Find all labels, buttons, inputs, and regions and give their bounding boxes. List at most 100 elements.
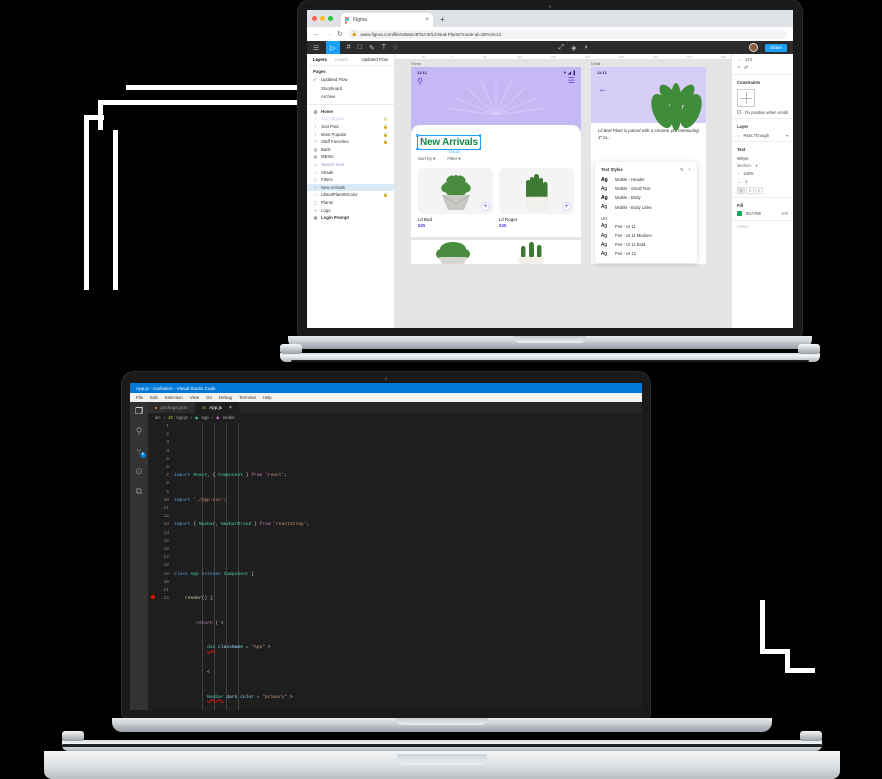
page-selector[interactable]: Updated Flow [361,57,388,62]
menu-file[interactable]: File [136,395,143,400]
letter-spacing-row[interactable]: ↔ 1 [732,177,793,185]
menu-help[interactable]: Help [263,395,272,400]
tab-layers[interactable]: Layers [313,57,327,62]
lock-icon[interactable]: 🔒 [383,132,388,137]
text-style-item[interactable]: Ag Mobile - Body Links [595,203,697,212]
menu-selection[interactable]: Selection [165,395,183,400]
fill-color-swatch[interactable] [737,211,742,217]
address-bar[interactable]: 🔒 www.figma.com/file/x5MuUtPlaY3r/Lil-Bu… [347,29,787,39]
layer-item[interactable]: T Sign all plan 🔒 [307,115,394,123]
layer-item[interactable]: ▢ Plants [307,199,394,207]
align-center-icon[interactable]: ≡ [746,186,754,194]
layer-item[interactable]: ▢ Filters [307,176,394,184]
hamburger-menu-icon[interactable]: ☰ [568,77,575,86]
back-icon[interactable]: ← [313,31,320,38]
add-style-button[interactable]: + [689,167,691,172]
code-line-2[interactable]: import './App.css'; [174,497,642,505]
figma-main-menu-icon[interactable]: ☰ [313,44,319,52]
resize-handle-br[interactable] [478,147,482,151]
extensions-icon[interactable]: ⧉ [136,487,142,496]
size-row[interactable]: ↔ 174 [732,56,793,64]
frame-label-detail[interactable]: Detail [591,62,600,66]
code-line-9[interactable]: < [174,669,642,677]
text-style-item[interactable]: Ag Pos - UI 11 [595,222,697,231]
selected-text-new-arrivals[interactable]: New Arrivals [416,134,482,151]
text-style-item[interactable]: Ag Mobile - Body [595,193,697,202]
code-line-4[interactable] [174,546,642,554]
code-line-5[interactable]: class App extends Component { [174,571,642,579]
page-item-storyboard[interactable]: Storyboard [307,84,394,92]
fix-position-row[interactable]: Fix position when scrolling [732,109,793,117]
window-traffic-lights[interactable] [312,10,338,27]
add-to-cart-button[interactable]: + [562,201,571,211]
lock-icon[interactable]: 🔒 [383,139,388,144]
lock-icon[interactable]: 🔒 [383,124,388,129]
fill-row[interactable]: 0CA759 100 [732,210,793,218]
menu-edit[interactable]: Edit [150,395,158,400]
line-number-gutter[interactable]: 1 2 3 4 5 6 7 8 9 10 11 12 13 14 15 16 1… [148,423,174,710]
resize-handle-tl[interactable] [416,134,419,137]
explorer-icon[interactable]: ❐ [135,407,143,416]
chevron-down-icon[interactable]: ▾ [756,163,758,168]
align-right-icon[interactable]: ≡ [755,186,763,194]
blend-mode-row[interactable]: ○ Pass Through ▾ [732,131,793,139]
shape-tool-icon[interactable]: □ [358,44,362,51]
layer-item[interactable]: ▦ Back [307,146,394,154]
code-line-1[interactable]: import React, { Component } from 'react'… [174,472,642,480]
layer-frame-home[interactable]: ▦ Home [307,108,394,116]
chevron-down-icon[interactable]: ▾ [786,133,788,138]
layer-item[interactable]: □ LilBudPlant00Color 🔒 [307,191,394,199]
menu-view[interactable]: View [190,395,199,400]
layer-item[interactable]: T Most Popular 🔒 [307,130,394,138]
debug-icon[interactable]: ⊙ [135,467,143,476]
frame-label-home[interactable]: Home [411,62,421,66]
text-style-item[interactable]: Ag Mobile - Header [595,175,697,184]
editor-tab-app-js[interactable]: JS App.js × [194,402,239,413]
avatar[interactable] [749,43,758,52]
font-family-row[interactable]: Whyte [732,154,793,162]
code-lines[interactable]: import React, { Component } from 'react'… [174,423,642,710]
share-button[interactable]: Share [765,43,788,52]
code-line-6[interactable]: render() { [174,595,642,603]
lock-icon[interactable]: 🔒 [383,192,388,197]
back-arrow-icon[interactable]: ← [598,84,608,95]
minimize-window-button[interactable] [320,16,325,21]
components-tool-icon[interactable]: ◈ [571,44,576,52]
sort-by-dropdown[interactable]: Sort by ▾ [418,156,435,162]
layer-item[interactable]: T Just Pots 🔒 [307,123,394,131]
search-icon[interactable]: ⚲ [417,77,423,86]
reload-icon[interactable]: ↻ [337,30,343,38]
menu-terminal[interactable]: Terminal [239,395,256,400]
resize-handle-tr[interactable] [478,134,482,137]
text-align-group[interactable]: ≡ ≡ ≡ [732,185,793,195]
text-style-item[interactable]: Ag Pos - UI 11 Bold [595,240,697,249]
align-left-icon[interactable]: ≡ [737,186,745,194]
lock-icon[interactable]: 🔒 [383,116,388,121]
product-card[interactable]: + Lil Bud $25 [418,167,493,228]
breadcrumb-class[interactable]: App [201,415,208,420]
add-to-cart-button[interactable]: + [481,201,490,211]
font-weight-row[interactable]: Medium ▾ [732,162,793,170]
code-line-10[interactable]: Navbar dark color = "primary" > [174,694,642,702]
fix-position-checkbox[interactable] [737,110,741,115]
rotation-row[interactable]: ↷ 0° [732,64,793,72]
resize-handle-bl[interactable] [416,147,419,151]
code-line-3[interactable]: import { Navbar, NavbarBrand } from 'rea… [174,521,642,529]
breadcrumb-src[interactable]: src [155,415,161,420]
layers-list[interactable]: T Sign all plan 🔒 T Just Pots 🔒 T Most P… [307,115,394,328]
layer-item[interactable]: ▦ MENU [307,153,394,161]
delete-label[interactable]: Delete [737,224,749,229]
layer-item-new-arrivals[interactable]: T New Arrivals [307,183,394,192]
close-tab-button[interactable]: × [425,17,429,23]
move-tool-icon[interactable]: ▷ [326,41,340,54]
forward-icon[interactable]: → [325,31,332,38]
constraints-widget[interactable] [737,88,755,107]
line-height-row[interactable]: ↕ 130% [732,170,793,178]
page-item-archive[interactable]: Archive [307,92,394,100]
close-window-button[interactable] [312,16,317,21]
pen-tool-icon[interactable]: ✎ [369,44,375,52]
search-icon[interactable]: ⚲ [136,427,143,436]
browser-tab-figma[interactable]: Figma × [341,13,433,27]
scale-tool-icon[interactable]: ⤢ [558,44,564,52]
text-styles-panel[interactable]: Text Styles ⇅ + Ag Mobile - Header Ag Mo… [595,162,697,263]
